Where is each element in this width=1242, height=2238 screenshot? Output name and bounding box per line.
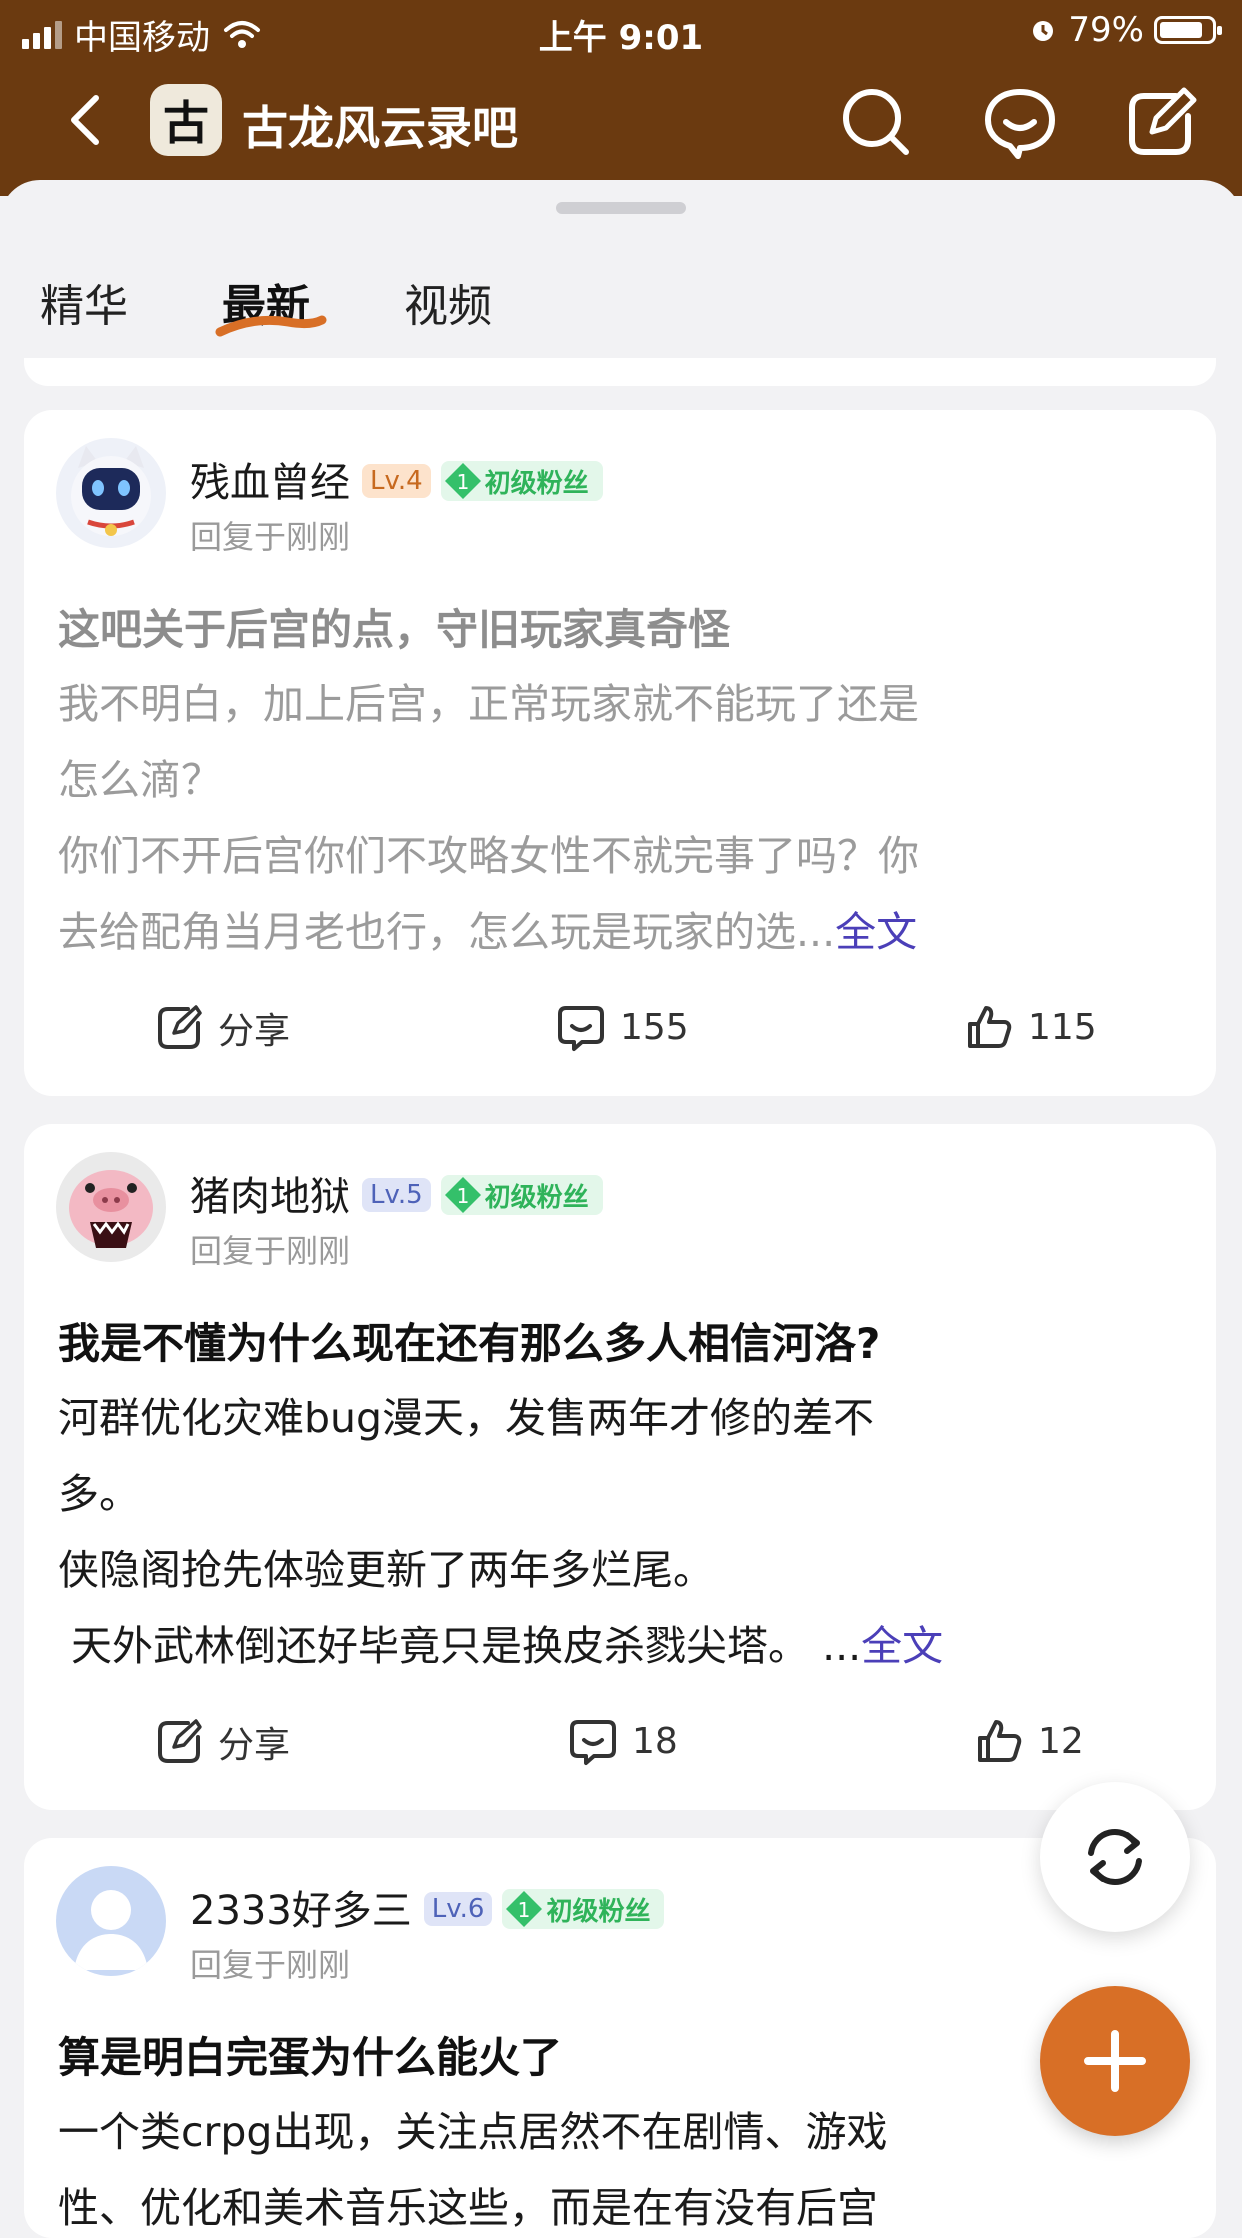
new-post-button[interactable] — [1040, 1986, 1190, 2136]
battery-icon — [1154, 16, 1222, 44]
tab-bar: 精华 最新 视频 — [0, 270, 1242, 350]
post-actions: 分享 155 115 — [24, 1002, 1216, 1062]
username-row: 2333好多三 Lv.6 1 初级粉丝 — [190, 1878, 665, 1936]
battery-percent: 79% — [1068, 10, 1144, 50]
share-button[interactable]: 分享 — [154, 1002, 290, 1054]
level-badge: Lv.4 — [362, 464, 431, 498]
status-bar: 中国移动 上午 9:01 79% — [0, 0, 1242, 62]
reply-time: 回复于刚刚 — [190, 1946, 351, 1984]
post-actions: 分享 18 12 — [24, 1716, 1216, 1776]
post-title[interactable]: 我是不懂为什么现在还有那么多人相信河洛? — [58, 1310, 880, 1371]
svg-text:1: 1 — [518, 1898, 531, 1922]
previous-card-edge — [24, 358, 1216, 386]
comment-icon — [570, 1720, 616, 1765]
post-card[interactable]: 猪肉地狱 Lv.5 1 初级粉丝 回复于刚刚 我是不懂为什么现在还有那么多人相信河洛?… — [24, 1124, 1216, 1810]
thumbs-up-icon — [978, 1720, 1022, 1762]
refresh-icon — [1088, 1828, 1142, 1886]
share-icon — [158, 1719, 202, 1763]
gem-icon: 1 — [502, 1889, 546, 1929]
post-card[interactable]: 2333好多三 Lv.6 1 初级粉丝 回复于刚刚 算是明白完蛋为什么能火了 一个类c… — [24, 1838, 1216, 2238]
alarm-icon — [1033, 21, 1054, 41]
username-row: 残血曾经 Lv.4 1 初级粉丝 — [190, 450, 603, 508]
post-body[interactable]: 我不明白，加上后宫，正常玩家就不能玩了还是 怎么滴？ 你们不开后宫你们不攻略女性… — [58, 666, 1188, 970]
like-count: 12 — [1038, 1720, 1084, 1762]
username[interactable]: 2333好多三 — [190, 1888, 412, 1934]
svg-text:1: 1 — [456, 1184, 469, 1208]
level-badge: Lv.6 — [423, 1892, 493, 1926]
svg-text:1: 1 — [456, 470, 469, 494]
plus-icon — [1084, 2030, 1146, 2092]
comment-button[interactable]: 155 — [556, 1002, 689, 1052]
search-icon[interactable] — [836, 82, 916, 162]
read-more-link[interactable]: 全文 — [861, 1622, 943, 1670]
avatar[interactable] — [56, 1152, 166, 1262]
refresh-button[interactable] — [1040, 1782, 1190, 1932]
post-card[interactable]: 残血曾经 Lv.4 1 初级粉丝 回复于刚刚 这吧关于后宫的点，守旧玩家真奇怪 我不明… — [24, 410, 1216, 1096]
reply-time: 回复于刚刚 — [190, 518, 351, 556]
username[interactable]: 猪肉地狱 — [190, 1174, 350, 1220]
tab-video[interactable]: 视频 — [404, 270, 492, 334]
reply-time: 回复于刚刚 — [190, 1232, 351, 1270]
fan-badge: 1 初级粉丝 — [440, 1175, 603, 1215]
username-row: 猪肉地狱 Lv.5 1 初级粉丝 — [190, 1164, 603, 1222]
avatar[interactable] — [56, 438, 166, 548]
like-button[interactable]: 115 — [964, 1002, 1097, 1052]
post-body[interactable]: 河群优化灾难bug漫天，发售两年才修的差不 多。 侠隐阁抢先体验更新了两年多烂尾… — [58, 1380, 1188, 1684]
fan-badge: 1 初级粉丝 — [440, 461, 603, 501]
share-button[interactable]: 分享 — [154, 1716, 290, 1768]
compose-icon[interactable] — [1120, 82, 1200, 162]
level-badge: Lv.5 — [362, 1178, 431, 1212]
fan-badge: 1 初级粉丝 — [502, 1889, 665, 1929]
username[interactable]: 残血曾经 — [190, 460, 350, 506]
top-bar: 中国移动 上午 9:01 79% 古 古龙风云录吧 — [0, 0, 1242, 196]
gem-icon: 1 — [441, 1175, 485, 1215]
tab-underline — [215, 315, 327, 337]
post-body[interactable]: 一个类crpg出现，关注点居然不在剧情、游戏 性、优化和美术音乐这些，而是在有没… — [58, 2094, 1188, 2238]
forum-logo[interactable]: 古 — [150, 84, 222, 156]
like-count: 115 — [1028, 1006, 1097, 1048]
comment-count: 155 — [620, 1006, 689, 1048]
comment-icon — [558, 1006, 604, 1051]
read-more-link[interactable]: 全文 — [835, 908, 917, 956]
back-icon[interactable] — [58, 90, 118, 150]
comment-button[interactable]: 18 — [568, 1716, 678, 1766]
comment-count: 18 — [632, 1720, 678, 1762]
gem-icon: 1 — [441, 461, 485, 501]
forum-header: 古 古龙风云录吧 — [0, 62, 1242, 182]
tab-featured[interactable]: 精华 — [40, 270, 128, 334]
like-button[interactable]: 12 — [974, 1716, 1084, 1766]
avatar[interactable] — [56, 1866, 166, 1976]
post-title[interactable]: 这吧关于后宫的点，守旧玩家真奇怪 — [58, 596, 730, 657]
forum-title[interactable]: 古龙风云录吧 — [242, 92, 518, 158]
share-icon — [158, 1005, 202, 1049]
post-title[interactable]: 算是明白完蛋为什么能火了 — [58, 2024, 562, 2085]
message-icon[interactable] — [980, 82, 1060, 162]
thumbs-up-icon — [968, 1006, 1012, 1048]
sheet-handle[interactable] — [556, 202, 686, 214]
